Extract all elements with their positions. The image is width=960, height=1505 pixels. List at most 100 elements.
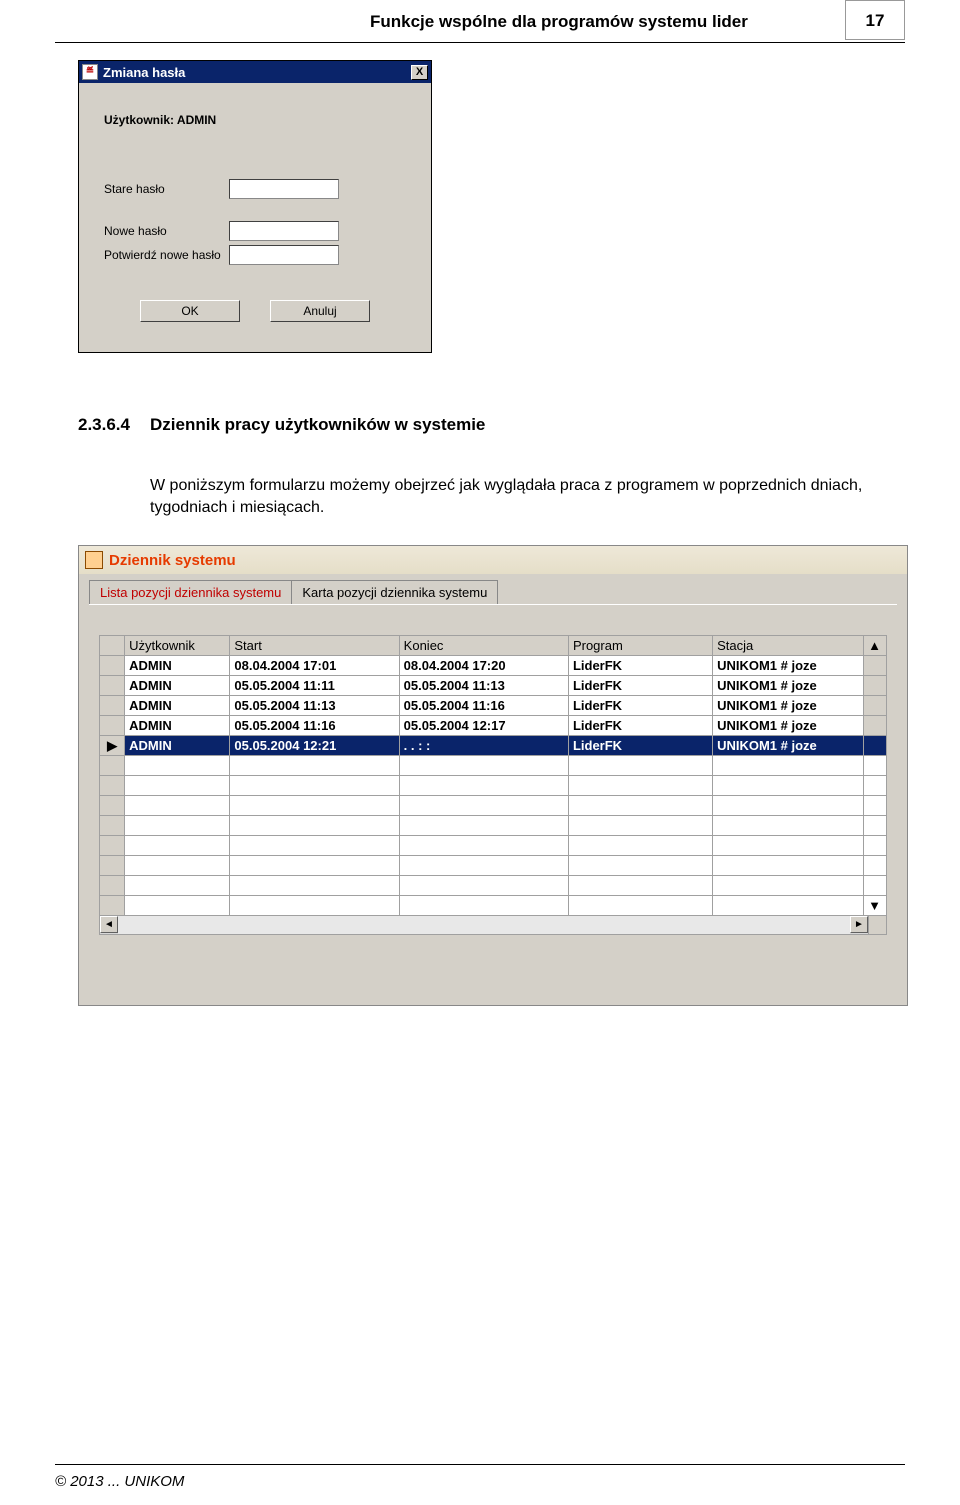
tab-list[interactable]: Lista pozycji dziennika systemu [89,580,292,604]
col-start[interactable]: Start [230,636,399,656]
table-cell[interactable]: UNIKOM1 # joze [713,656,864,676]
section-body-text: W poniższym formularzu możemy obejrzeć j… [150,475,870,518]
table-cell[interactable]: UNIKOM1 # joze [713,736,864,756]
row-header [100,716,125,736]
table-cell[interactable]: 05.05.2004 11:13 [399,676,568,696]
row-header [100,696,125,716]
footer-divider [55,1464,905,1465]
confirm-password-input[interactable] [229,245,339,265]
table-row[interactable]: ADMIN05.05.2004 11:1605.05.2004 12:17Lid… [100,716,887,736]
table-cell[interactable]: . . : : [399,736,568,756]
scroll-right-button[interactable]: ► [850,916,868,933]
table-row[interactable]: ▶ADMIN05.05.2004 12:21. . : :LiderFKUNIK… [100,736,887,756]
table-cell[interactable]: 05.05.2004 11:13 [230,696,399,716]
table-cell [568,856,712,876]
table-cell [125,756,230,776]
java-icon: ≝ [82,64,98,80]
logwin-titlebar[interactable]: Dziennik systemu [79,546,907,574]
table-cell[interactable]: LiderFK [568,696,712,716]
footer-copyright: © 2013 ... UNIKOM [55,1473,184,1490]
confirm-password-label: Potwierdź nowe hasło [99,248,229,262]
table-cell[interactable]: 05.05.2004 11:16 [230,716,399,736]
page-header-title: Funkcje wspólne dla programów systemu li… [370,12,748,32]
old-password-label: Stare hasło [99,182,229,196]
row-header-corner [100,636,125,656]
table-cell [399,816,568,836]
new-password-input[interactable] [229,221,339,241]
system-log-window: Dziennik systemu Lista pozycji dziennika… [78,545,908,1006]
table-cell[interactable]: 05.05.2004 11:11 [230,676,399,696]
table-cell[interactable]: LiderFK [568,676,712,696]
old-password-input[interactable] [229,179,339,199]
scroll-down-button[interactable]: ▼ [864,896,887,916]
ok-button[interactable]: OK [140,300,240,322]
table-row [100,796,887,816]
table-row[interactable]: ADMIN05.05.2004 11:1305.05.2004 11:16Lid… [100,696,887,716]
table-cell [713,796,864,816]
col-end[interactable]: Koniec [399,636,568,656]
table-cell [713,876,864,896]
cancel-button[interactable]: Anuluj [270,300,370,322]
table-cell[interactable]: LiderFK [568,736,712,756]
scroll-up-button[interactable]: ▲ [864,636,887,656]
new-password-label: Nowe hasło [99,224,229,238]
table-cell [568,836,712,856]
table-cell[interactable]: ADMIN [125,736,230,756]
row-header [100,836,125,856]
table-cell[interactable]: UNIKOM1 # joze [713,696,864,716]
section-title: Dziennik pracy użytkowników w systemie [150,415,485,435]
scroll-left-button[interactable]: ◄ [100,916,118,933]
table-cell[interactable]: 08.04.2004 17:20 [399,656,568,676]
scroll-track[interactable] [118,916,850,934]
table-cell[interactable]: 05.05.2004 12:21 [230,736,399,756]
table-row[interactable]: ADMIN05.05.2004 11:1105.05.2004 11:13Lid… [100,676,887,696]
table-cell [568,876,712,896]
scroll-track-cell [864,856,887,876]
table-cell [399,856,568,876]
table-cell [399,836,568,856]
close-icon[interactable]: X [411,65,428,80]
section-number: 2.3.6.4 [78,415,130,435]
table-cell[interactable]: ADMIN [125,716,230,736]
table-cell[interactable]: 08.04.2004 17:01 [230,656,399,676]
row-header [100,756,125,776]
table-cell[interactable]: ADMIN [125,656,230,676]
table-cell[interactable]: LiderFK [568,656,712,676]
col-program[interactable]: Program [568,636,712,656]
table-cell[interactable]: ADMIN [125,676,230,696]
horizontal-scrollbar[interactable]: ◄ ► [99,916,887,935]
table-cell[interactable]: 05.05.2004 11:16 [399,696,568,716]
dialog-titlebar[interactable]: ≝ Zmiana hasła X [79,61,431,83]
col-station[interactable]: Stacja [713,636,864,656]
table-row [100,816,887,836]
scroll-track-cell [864,716,887,736]
table-cell [399,876,568,896]
table-cell[interactable]: ADMIN [125,696,230,716]
table-cell[interactable]: LiderFK [568,716,712,736]
table-cell[interactable]: UNIKOM1 # joze [713,676,864,696]
dialog-title-text: Zmiana hasła [103,65,185,80]
col-user[interactable]: Użytkownik [125,636,230,656]
table-cell [125,836,230,856]
tab-strip: Lista pozycji dziennika systemu Karta po… [79,574,907,604]
scroll-track-cell [864,876,887,896]
scroll-corner [868,916,886,934]
user-label: Użytkownik: ADMIN [99,113,411,127]
table-cell [230,836,399,856]
table-row: ▼ [100,896,887,916]
table-row[interactable]: ADMIN08.04.2004 17:0108.04.2004 17:20Lid… [100,656,887,676]
log-table[interactable]: Użytkownik Start Koniec Program Stacja ▲… [99,635,887,916]
page-number-box: 17 [845,0,905,40]
scroll-track-cell [864,656,887,676]
table-cell[interactable]: 05.05.2004 12:17 [399,716,568,736]
table-cell [230,796,399,816]
table-cell [399,776,568,796]
table-row [100,836,887,856]
table-cell[interactable]: UNIKOM1 # joze [713,716,864,736]
scroll-track-cell [864,776,887,796]
table-cell [230,896,399,916]
scroll-track-cell [864,756,887,776]
tab-card[interactable]: Karta pozycji dziennika systemu [291,580,498,604]
table-cell [230,856,399,876]
table-row [100,876,887,896]
